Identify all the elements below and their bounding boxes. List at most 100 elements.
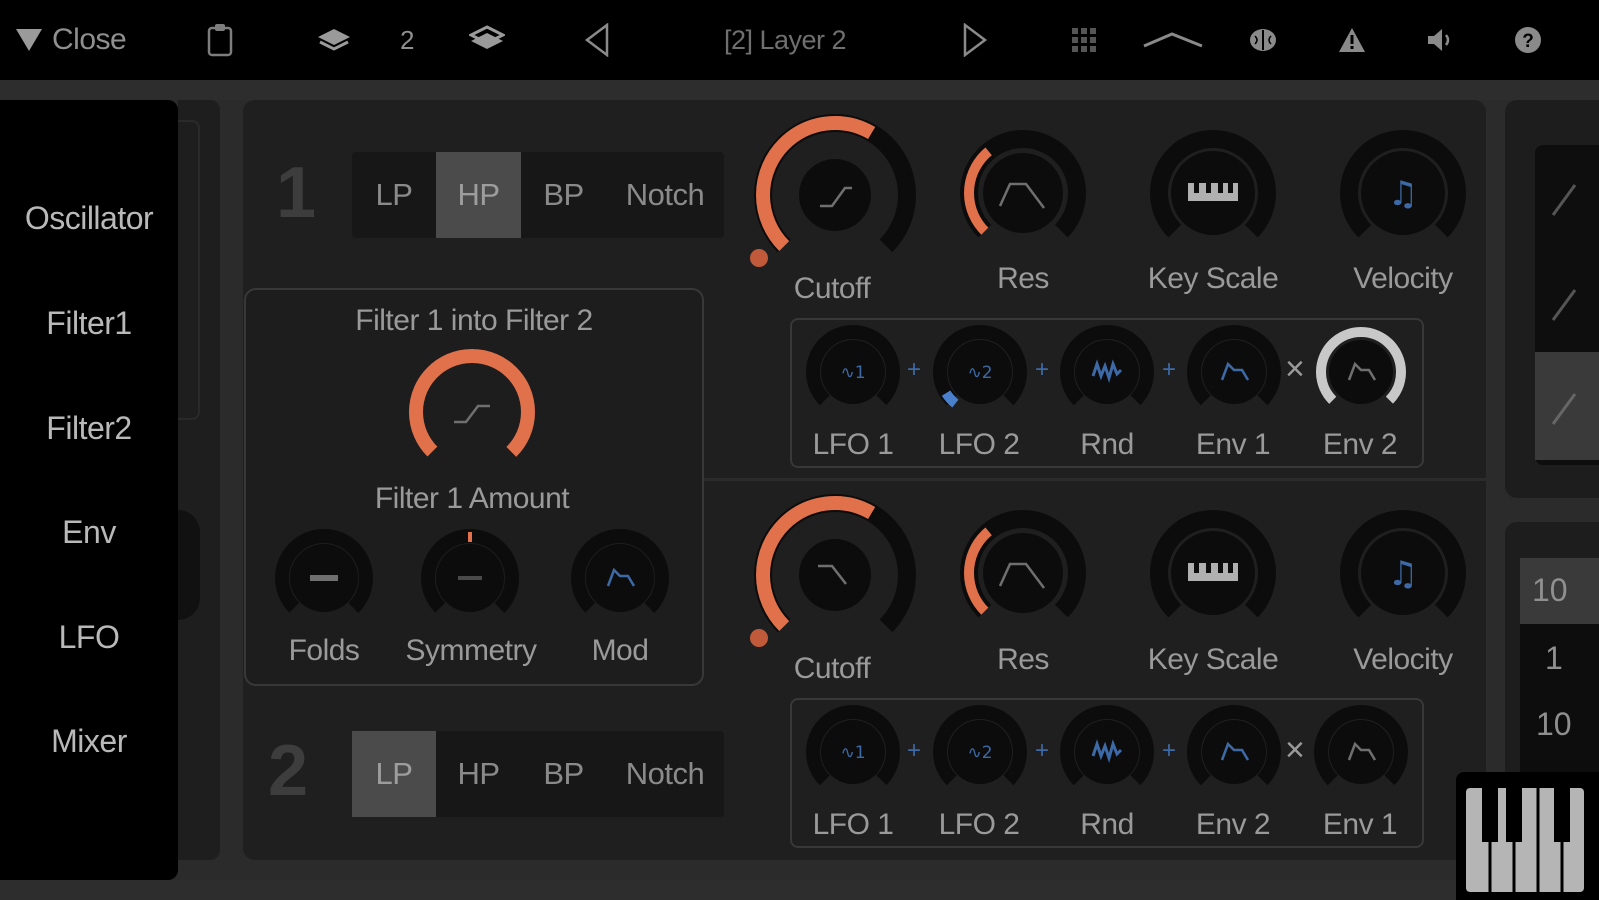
res-dial <box>960 130 1086 256</box>
routing-mod-knob[interactable] <box>570 528 670 628</box>
filter1-cutoff-knob[interactable] <box>750 112 918 278</box>
filter2-mod-lfo1-knob[interactable]: ∿1 <box>805 704 901 800</box>
triangle-down-icon <box>16 29 42 51</box>
layers-next-button[interactable] <box>465 0 509 80</box>
prev-layer-button[interactable] <box>580 0 614 80</box>
nav-item-env[interactable]: Env <box>0 514 178 551</box>
right-value-1[interactable]: 1 <box>1545 640 1563 677</box>
filter2-mode-selector: LP HP BP Notch <box>352 731 724 817</box>
mod-dial <box>1187 325 1281 419</box>
layers-prev-button[interactable] <box>312 0 356 80</box>
filter1-mod-env2-label: Env 2 <box>1322 428 1398 461</box>
nav-item-lfo[interactable]: LFO <box>0 619 178 656</box>
filter1-mode-hp[interactable]: HP <box>436 152 521 238</box>
curve-button[interactable] <box>1140 0 1206 80</box>
filter2-mode-lp[interactable]: LP <box>352 731 436 817</box>
svg-text:∿2: ∿2 <box>967 363 992 383</box>
filter1-mod-env2-knob[interactable] <box>1313 324 1409 420</box>
routing-mod-label: Mod <box>591 634 649 667</box>
next-layer-button[interactable] <box>958 0 992 80</box>
mod-dial <box>1314 705 1408 799</box>
filter2-mode-hp[interactable]: HP <box>436 731 521 817</box>
right-panel-top-selected[interactable] <box>1535 352 1599 460</box>
nav-item-oscillator[interactable]: Oscillator <box>0 200 178 237</box>
grid-button[interactable] <box>1068 0 1100 80</box>
cutoff-mod-dot[interactable] <box>750 249 768 267</box>
keyscale-dial <box>1150 130 1276 256</box>
plus-icon: + <box>1162 737 1177 764</box>
mod-dial <box>1060 325 1154 419</box>
right-panel-selected-curve <box>1551 393 1577 425</box>
filter1-cutoff-label: Cutoff <box>793 272 871 305</box>
right-value-2[interactable]: 10 <box>1536 706 1572 743</box>
right-value-0[interactable]: 10 <box>1532 572 1568 609</box>
close-button[interactable]: Close <box>14 0 144 80</box>
filter1-mode-lp[interactable]: LP <box>352 152 436 238</box>
filter1-velocity-knob[interactable]: ♫ <box>1338 128 1468 258</box>
routing-title: Filter 1 into Filter 2 <box>355 304 593 337</box>
layer-title: [2] Layer 2 <box>723 24 847 55</box>
filter1-mode-notch[interactable]: Notch <box>606 152 724 238</box>
filter1-mod-rnd-label: Rnd <box>1080 428 1134 461</box>
top-toolbar: Close 2 [2] Layer 2 ? <box>0 0 1599 80</box>
layers-stack-icon <box>469 25 505 49</box>
help-icon: ? <box>1515 27 1541 53</box>
brain-button[interactable] <box>1244 0 1282 80</box>
svg-text:∿2: ∿2 <box>967 743 992 763</box>
filter2-res-knob[interactable] <box>958 508 1088 638</box>
help-button[interactable]: ? <box>1510 0 1546 80</box>
filter2-mode-notch[interactable]: Notch <box>606 731 724 817</box>
filter2-mod-lfo2-knob[interactable]: ∿2 <box>932 704 1028 800</box>
filter1-keyscale-knob[interactable] <box>1148 128 1278 258</box>
filter1-mod-rnd-knob[interactable] <box>1059 324 1155 420</box>
plus-icon: + <box>1162 356 1177 383</box>
filter2-velocity-label: Velocity <box>1353 643 1453 676</box>
filter2-velocity-knob[interactable]: ♫ <box>1338 508 1468 638</box>
nav-item-filter2[interactable]: Filter2 <box>0 410 178 447</box>
filter2-mod-env1-knob[interactable] <box>1313 704 1409 800</box>
plus-icon: + <box>907 737 922 764</box>
filter2-cutoff-label: Cutoff <box>793 652 871 685</box>
symmetry-dial <box>421 529 519 627</box>
mod-dial: ∿2 <box>933 705 1028 799</box>
filter1-mod-env1-label: Env 1 <box>1195 428 1271 461</box>
music-note-icon: ♫ <box>1388 554 1418 594</box>
mod-dial <box>1187 705 1281 799</box>
filter2-keyscale-label: Key Scale <box>1147 643 1279 676</box>
filter2-mode-bp[interactable]: BP <box>521 731 606 817</box>
filter2-mod-lfo2-label: LFO 2 <box>938 808 1020 841</box>
mod-dial <box>1316 327 1406 417</box>
multiply-icon: × <box>1285 350 1305 388</box>
filter2-mod-rnd-knob[interactable] <box>1059 704 1155 800</box>
cutoff-mod-dot[interactable] <box>750 629 768 647</box>
mod-dial: ∿1 <box>806 705 900 799</box>
cutoff-dial <box>750 494 916 656</box>
folds-knob[interactable] <box>274 528 374 628</box>
plus-icon: + <box>907 356 922 383</box>
svg-text:∿1: ∿1 <box>840 743 865 763</box>
amount-dial <box>409 349 535 475</box>
volume-button[interactable] <box>1422 0 1458 80</box>
filter1-res-knob[interactable] <box>958 128 1088 258</box>
velocity-dial: ♫ <box>1340 510 1466 636</box>
music-note-icon: ♫ <box>1388 174 1418 214</box>
filter1-amount-knob[interactable] <box>404 344 540 480</box>
filter2-cutoff-knob[interactable] <box>750 492 918 658</box>
filter2-keyscale-knob[interactable] <box>1148 508 1278 638</box>
svg-text:?: ? <box>1522 31 1534 52</box>
filter1-mod-lfo2-knob[interactable]: ∿2 <box>932 324 1028 420</box>
filter1-mode-bp[interactable]: BP <box>521 152 606 238</box>
mod-dial <box>571 529 669 627</box>
filter2-mod-env2-knob[interactable] <box>1186 704 1282 800</box>
symmetry-knob[interactable] <box>420 528 520 628</box>
clipboard-button[interactable] <box>200 0 240 80</box>
filter1-keyscale-label: Key Scale <box>1147 262 1279 295</box>
warning-button[interactable] <box>1334 0 1370 80</box>
filter1-mod-lfo1-label: LFO 1 <box>812 428 894 461</box>
mod-dial <box>1060 705 1154 799</box>
keyboard-button[interactable] <box>1456 772 1599 900</box>
filter1-mod-env1-knob[interactable] <box>1186 324 1282 420</box>
nav-item-filter1[interactable]: Filter1 <box>0 305 178 342</box>
nav-item-mixer[interactable]: Mixer <box>0 723 178 760</box>
filter1-mod-lfo1-knob[interactable]: ∿1 <box>805 324 901 420</box>
